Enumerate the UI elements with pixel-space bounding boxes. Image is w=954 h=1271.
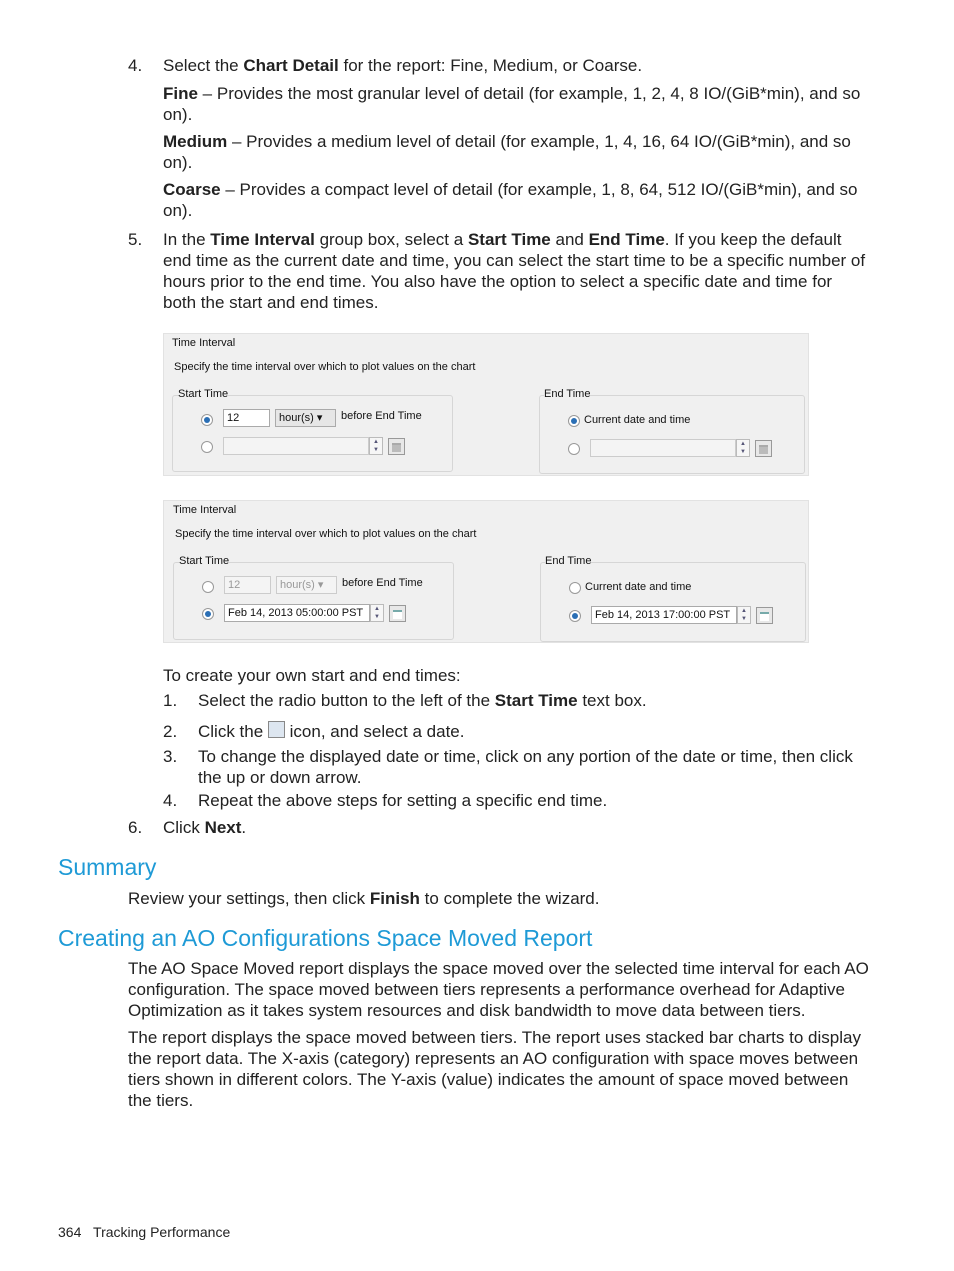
end-time-label: End Time: [544, 388, 591, 401]
start-date-input[interactable]: Feb 14, 2013 05:00:00 PST: [224, 604, 370, 622]
before-label: before End Time: [342, 577, 423, 589]
hours-input[interactable]: 12: [224, 576, 271, 594]
current-end-radio[interactable]: [569, 582, 581, 594]
start-date-input[interactable]: [223, 437, 369, 455]
fine-description: Fine – Provides the most granular level …: [163, 84, 861, 124]
substep-number: 1.: [163, 691, 178, 710]
substep-4: Repeat the above steps for setting a spe…: [198, 791, 608, 810]
calendar-icon[interactable]: [756, 607, 773, 624]
unit-dropdown[interactable]: hour(s) ▾: [275, 409, 336, 427]
relative-start-radio[interactable]: [202, 581, 214, 593]
summary-heading: Summary: [58, 854, 157, 880]
medium-description: Medium – Provides a medium level of deta…: [163, 132, 851, 172]
step-5-text: In the Time Interval group box, select a…: [163, 230, 866, 312]
end-time-group: [540, 562, 806, 642]
start-time-group: [172, 395, 453, 472]
ao-paragraph-1: The AO Space Moved report displays the s…: [128, 959, 869, 1020]
specific-start-radio[interactable]: [201, 441, 213, 453]
substep-3: To change the displayed date or time, cl…: [198, 747, 853, 787]
step-6-text: Click Next.: [163, 818, 247, 837]
document-page: 4. Select the Chart Detail for the repor…: [0, 0, 954, 1271]
substep-1: Select the radio button to the left of t…: [198, 691, 647, 710]
start-time-label: Start Time: [178, 388, 229, 401]
create-intro: To create your own start and end times:: [163, 666, 461, 685]
start-time-group: [173, 562, 454, 640]
specific-start-radio[interactable]: [202, 608, 214, 620]
page-footer: 364 Tracking Performance: [58, 1222, 230, 1243]
group-title: Time Interval: [173, 504, 237, 516]
spinner-icon[interactable]: ▲ ▼: [370, 604, 384, 622]
spinner-icon[interactable]: ▲ ▼: [736, 439, 750, 457]
ao-paragraph-2: The report displays the space moved betw…: [128, 1028, 861, 1110]
start-time-label: Start Time: [179, 555, 230, 568]
ao-report-heading: Creating an AO Configurations Space Move…: [58, 925, 593, 951]
chevron-down-icon: ▾: [317, 579, 324, 591]
description: Specify the time interval over which to …: [174, 361, 476, 373]
specific-end-radio[interactable]: [569, 610, 581, 622]
current-label: Current date and time: [584, 414, 691, 426]
substep-number: 4.: [163, 791, 178, 810]
hours-input[interactable]: 12: [223, 409, 270, 427]
spinner-icon[interactable]: ▲ ▼: [737, 606, 751, 624]
step-number: 6.: [128, 818, 143, 837]
end-time-group: [539, 395, 805, 474]
before-label: before End Time: [341, 410, 422, 422]
substep-number: 2.: [163, 722, 178, 741]
unit-dropdown[interactable]: hour(s) ▾: [276, 576, 337, 594]
summary-text: Review your settings, then click Finish …: [128, 889, 600, 908]
page-number: 364: [58, 1224, 82, 1240]
relative-start-radio[interactable]: [201, 414, 213, 426]
calendar-icon[interactable]: [388, 438, 405, 455]
end-date-input[interactable]: Feb 14, 2013 17:00:00 PST: [591, 606, 737, 624]
time-interval-screenshot-specific: Time Interval Specify the time interval …: [163, 500, 809, 643]
step-number: 4.: [128, 56, 143, 75]
end-time-label: End Time: [545, 555, 592, 568]
current-end-radio[interactable]: [568, 415, 580, 427]
specific-end-radio[interactable]: [568, 443, 580, 455]
calendar-icon: [267, 721, 285, 738]
chevron-down-icon: ▾: [316, 412, 323, 424]
calendar-icon[interactable]: [755, 440, 772, 457]
time-interval-screenshot-default: Time Interval Specify the time interval …: [163, 333, 809, 476]
description: Specify the time interval over which to …: [175, 528, 477, 540]
step-number: 5.: [128, 230, 143, 249]
step-4-text: Select the Chart Detail for the report: …: [163, 56, 643, 75]
substep-number: 3.: [163, 747, 178, 766]
current-label: Current date and time: [585, 581, 692, 593]
section-name: Tracking Performance: [93, 1224, 231, 1240]
coarse-description: Coarse – Provides a compact level of det…: [163, 180, 858, 220]
group-title: Time Interval: [172, 337, 236, 349]
calendar-icon[interactable]: [389, 605, 406, 622]
spinner-icon[interactable]: ▲ ▼: [369, 437, 383, 455]
substep-2: Click the icon, and select a date.: [198, 721, 465, 741]
end-date-input[interactable]: [590, 439, 736, 457]
